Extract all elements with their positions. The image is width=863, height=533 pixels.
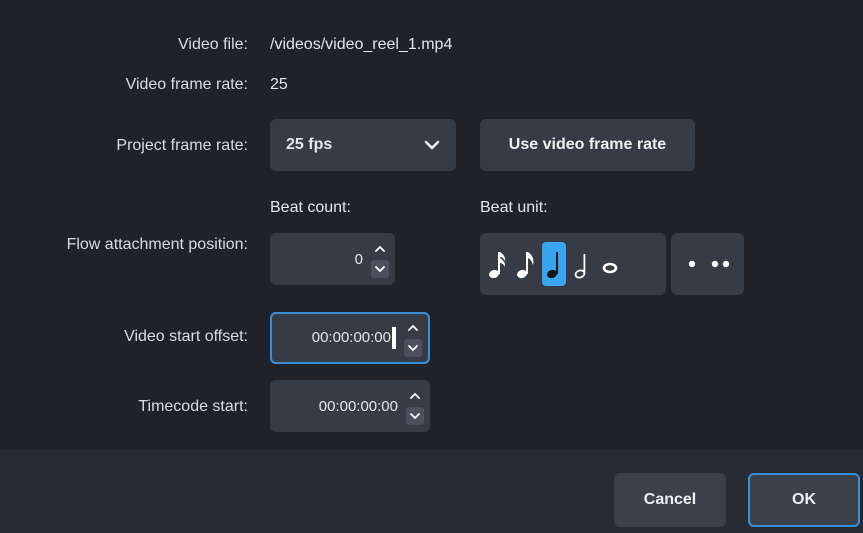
double-dot-icon — [711, 260, 730, 268]
increment-arrow[interactable] — [371, 240, 389, 258]
project-frame-rate-label: Project frame rate: — [116, 137, 248, 154]
chevron-down-icon — [408, 345, 418, 352]
timecode-start-value: 00:00:00:00 — [318, 397, 398, 415]
use-video-frame-rate-button[interactable]: Use video frame rate — [480, 119, 695, 171]
flow-attachment-position-label: Flow attachment position: — [66, 236, 248, 253]
eighth-note-icon — [517, 252, 534, 279]
decrement-arrow[interactable] — [371, 260, 389, 278]
beat-count-label: Beat count: — [270, 199, 351, 216]
video-start-offset-label: Video start offset: — [124, 328, 248, 345]
video-start-offset-value: 00:00:00:00 — [311, 328, 391, 346]
half-note-button[interactable] — [570, 242, 594, 286]
beat-unit-note-group — [480, 233, 666, 295]
half-note-icon — [574, 254, 586, 279]
timecode-start-label: Timecode start: — [138, 398, 248, 415]
whole-note-button[interactable] — [598, 242, 622, 286]
video-start-offset-text: 00:00:00:00 — [272, 327, 402, 349]
beat-unit-label: Beat unit: — [480, 199, 548, 216]
project-frame-rate-dropdown[interactable]: 25 fps — [270, 119, 456, 171]
video-file-label: Video file: — [178, 36, 248, 53]
video-file-value: /videos/video_reel_1.mp4 — [270, 36, 453, 53]
chevron-up-icon — [375, 245, 385, 252]
whole-note-icon — [602, 262, 618, 274]
chevron-down-icon — [410, 413, 420, 420]
text-cursor — [392, 327, 396, 349]
chevron-up-icon — [410, 392, 420, 399]
chevron-down-icon — [424, 140, 440, 150]
single-dot-button[interactable] — [683, 242, 700, 286]
video-frame-rate-label: Video frame rate: — [125, 76, 248, 93]
decrement-arrow[interactable] — [406, 407, 424, 425]
dot-icon — [688, 260, 695, 268]
beat-count-stepper[interactable]: 0 — [270, 233, 395, 285]
chevron-up-icon — [408, 324, 418, 331]
beat-unit-dot-group — [671, 233, 744, 295]
eighth-note-button[interactable] — [514, 242, 538, 286]
project-frame-rate-value: 25 fps — [286, 136, 333, 153]
double-dot-button[interactable] — [710, 242, 732, 286]
increment-arrow[interactable] — [404, 319, 422, 337]
video-frame-rate-value: 25 — [270, 76, 288, 93]
timecode-start-field[interactable]: 00:00:00:00 — [270, 380, 430, 432]
sixteenth-note-button[interactable] — [486, 242, 510, 286]
chevron-down-icon — [375, 266, 385, 273]
quarter-note-icon — [547, 252, 558, 279]
video-properties-panel: Video file: /videos/video_reel_1.mp4 Vid… — [0, 0, 863, 450]
decrement-arrow[interactable] — [404, 339, 422, 357]
dialog-footer — [0, 450, 863, 533]
increment-arrow[interactable] — [406, 387, 424, 405]
beat-count-value: 0 — [354, 250, 363, 268]
sixteenth-note-icon — [489, 252, 506, 279]
quarter-note-button[interactable] — [542, 242, 566, 286]
video-start-offset-field[interactable]: 00:00:00:00 — [270, 312, 430, 364]
cancel-button[interactable]: Cancel — [614, 473, 726, 527]
ok-button[interactable]: OK — [748, 473, 860, 527]
